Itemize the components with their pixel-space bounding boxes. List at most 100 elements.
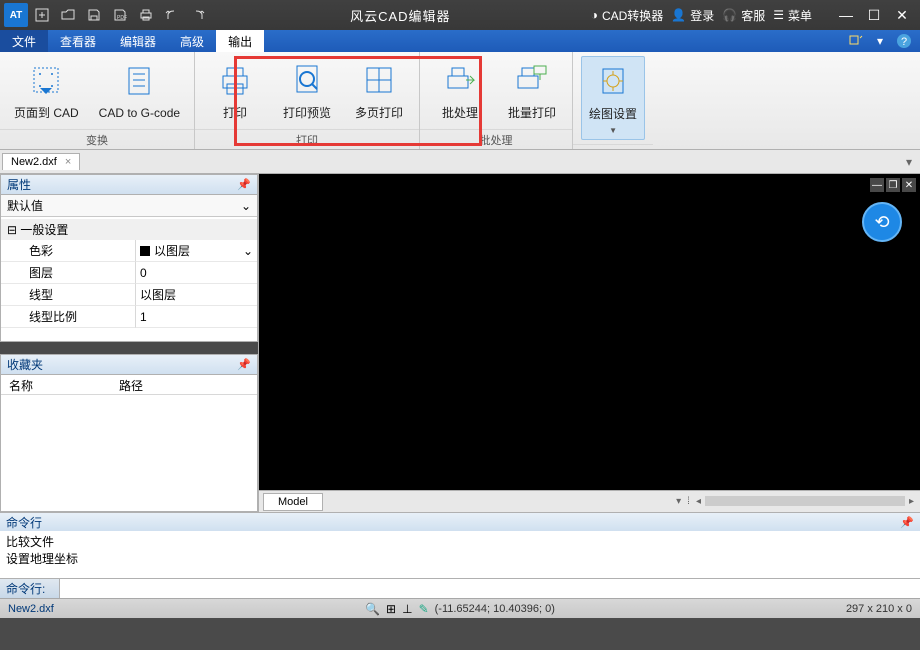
ribbon: 页面到 CAD CAD to G-code 变换 打印 打印预览 多页打印 打印: [0, 52, 920, 150]
command-input[interactable]: [60, 579, 920, 598]
ribbon-group-batch: 批处理 批量打印 批处理: [420, 52, 573, 149]
converter-link[interactable]: ◑CAD转换器: [591, 7, 664, 24]
app-icon: AT: [4, 3, 28, 27]
favorites-panel: 收藏夹 📌 名称 路径: [0, 354, 258, 512]
pin-icon[interactable]: 📌: [237, 178, 251, 191]
property-tree: ⊟ 一般设置 色彩 以图层⌄ 图层 0 线型 以图层 线型比例 1: [1, 217, 257, 330]
canvas-maximize-icon[interactable]: ❐: [886, 178, 900, 192]
pin-icon[interactable]: 📌: [900, 516, 914, 529]
scroll-chevron-icon[interactable]: ▾: [674, 496, 683, 507]
svg-text:PDF: PDF: [117, 15, 127, 21]
prop-row-linetype: 线型 以图层: [1, 284, 257, 306]
print-button[interactable]: 打印: [203, 56, 267, 125]
print-icon[interactable]: [134, 3, 158, 27]
command-history[interactable]: 比较文件 设置地理坐标: [0, 531, 920, 578]
property-filter-dropdown[interactable]: 默认值 ⌄: [1, 195, 257, 217]
document-tabs: New2.dxf × ▾: [0, 150, 920, 174]
prop-row-ltscale: 线型比例 1: [1, 306, 257, 328]
ribbon-group-label-transform: 变换: [0, 129, 194, 150]
options-icon[interactable]: [846, 33, 866, 49]
properties-panel: 属性 📌 默认值 ⌄ ⊟ 一般设置 色彩 以图层⌄ 图层 0 线型: [0, 174, 258, 342]
scroll-left-icon[interactable]: ◂: [694, 496, 703, 507]
minimize-button[interactable]: —: [832, 3, 860, 27]
menu-icon: ☰: [773, 8, 784, 22]
save-pdf-icon[interactable]: PDF: [108, 3, 132, 27]
support-link[interactable]: 🎧客服: [722, 7, 765, 24]
headset-icon: 🎧: [722, 8, 737, 22]
page-to-cad-button[interactable]: 页面到 CAD: [8, 56, 85, 125]
favorites-list: [1, 395, 257, 511]
history-line: 设置地理坐标: [6, 550, 914, 567]
menu-link[interactable]: ☰菜单: [773, 7, 812, 24]
prop-row-layer: 图层 0: [1, 262, 257, 284]
open-icon[interactable]: [56, 3, 80, 27]
col-name[interactable]: 名称: [1, 375, 111, 394]
document-tab-active[interactable]: New2.dxf ×: [2, 153, 80, 170]
app-title: 风云CAD编辑器: [210, 6, 591, 25]
drawing-canvas[interactable]: — ❐ ✕ ⟲: [259, 174, 920, 490]
viewcube-button[interactable]: ⟲: [862, 202, 902, 242]
color-swatch: [140, 246, 150, 256]
canvas-minimize-icon[interactable]: —: [870, 178, 884, 192]
preview-icon: [287, 60, 327, 100]
statusbar: New2.dxf 🔍 ⊞ ⊥ ✎ (-11.65244; 10.40396; 0…: [0, 598, 920, 618]
grid-icon[interactable]: ⊞: [386, 602, 396, 616]
ltscale-value[interactable]: 1: [136, 306, 257, 328]
cad-to-gcode-button[interactable]: CAD to G-code: [93, 56, 186, 125]
tab-advanced[interactable]: 高级: [168, 30, 216, 52]
history-line: 比较文件: [6, 533, 914, 550]
model-tab[interactable]: Model: [263, 493, 323, 511]
dropdown-icon[interactable]: ▾: [870, 33, 890, 49]
ortho-icon[interactable]: ⊥: [402, 602, 412, 616]
tab-editor[interactable]: 编辑器: [108, 30, 168, 52]
favorites-header: 收藏夹 📌: [1, 355, 257, 375]
redo-icon[interactable]: [186, 3, 210, 27]
zoom-icon[interactable]: 🔍: [365, 602, 380, 616]
properties-header: 属性 📌: [1, 175, 257, 195]
batch-process-button[interactable]: 批处理: [428, 56, 492, 125]
save-icon[interactable]: [82, 3, 106, 27]
layout-tabs: Model ▾ ⁞ ◂ ▸: [259, 490, 920, 512]
multipage-print-button[interactable]: 多页打印: [347, 56, 411, 125]
close-button[interactable]: ✕: [888, 3, 916, 27]
command-panel: 命令行 📌 比较文件 设置地理坐标 命令行:: [0, 512, 920, 598]
print-preview-button[interactable]: 打印预览: [275, 56, 339, 125]
scroll-right-icon[interactable]: ▸: [907, 496, 916, 507]
chevron-down-icon: ⌄: [241, 199, 251, 213]
tab-viewer[interactable]: 查看器: [48, 30, 108, 52]
close-tab-icon[interactable]: ×: [65, 156, 71, 168]
layer-value[interactable]: 0: [136, 262, 257, 284]
quick-access-toolbar: AT PDF: [0, 3, 210, 27]
main-area: 属性 📌 默认值 ⌄ ⊟ 一般设置 色彩 以图层⌄ 图层 0 线型: [0, 174, 920, 512]
status-coordinates: (-11.65244; 10.40396; 0): [435, 603, 555, 615]
new-icon[interactable]: [30, 3, 54, 27]
tab-file[interactable]: 文件: [0, 30, 48, 52]
prop-row-color: 色彩 以图层⌄: [1, 240, 257, 262]
pin-icon[interactable]: 📌: [237, 358, 251, 371]
maximize-button[interactable]: ☐: [860, 3, 888, 27]
scroll-track[interactable]: [705, 496, 905, 506]
property-category[interactable]: ⊟ 一般设置: [1, 219, 257, 240]
batch-print-button[interactable]: 批量打印: [500, 56, 564, 125]
ribbon-group-label-print: 打印: [195, 129, 419, 150]
plot-settings-button[interactable]: 绘图设置 ▼: [581, 56, 645, 140]
user-icon: 👤: [671, 8, 686, 22]
linetype-value[interactable]: 以图层: [136, 284, 257, 306]
command-header: 命令行 📌: [0, 513, 920, 531]
help-icon[interactable]: ?: [894, 33, 914, 49]
snap-icon[interactable]: ✎: [419, 602, 429, 616]
page-to-cad-icon: [26, 60, 66, 100]
favorites-columns: 名称 路径: [1, 375, 257, 395]
ribbon-group-transform: 页面到 CAD CAD to G-code 变换: [0, 52, 195, 149]
tabs-chevron-icon[interactable]: ▾: [898, 155, 920, 169]
left-panels: 属性 📌 默认值 ⌄ ⊟ 一般设置 色彩 以图层⌄ 图层 0 线型: [0, 174, 258, 512]
color-value[interactable]: 以图层⌄: [136, 240, 257, 262]
multipage-icon: [359, 60, 399, 100]
canvas-close-icon[interactable]: ✕: [902, 178, 916, 192]
ribbon-group-label-batch: 批处理: [420, 129, 572, 150]
col-path[interactable]: 路径: [111, 375, 151, 394]
login-link[interactable]: 👤登录: [671, 7, 714, 24]
undo-icon[interactable]: [160, 3, 184, 27]
tab-output[interactable]: 输出: [216, 30, 264, 52]
canvas-area: — ❐ ✕ ⟲ Model ▾ ⁞ ◂ ▸: [258, 174, 920, 512]
